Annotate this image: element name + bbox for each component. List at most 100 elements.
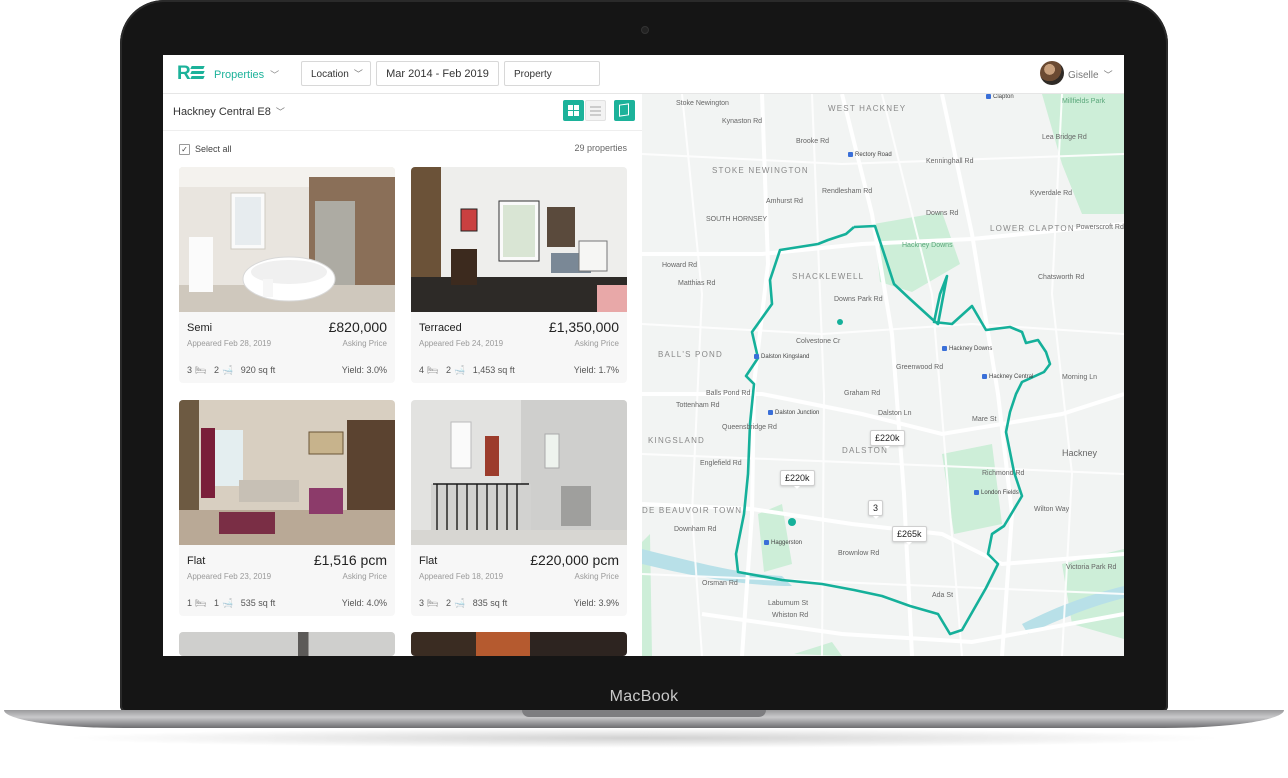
floor-area: 920 sq ft	[240, 365, 276, 375]
station-london-fields[interactable]: London Fields	[974, 490, 1019, 496]
map[interactable]: WEST HACKNEY STOKE NEWINGTON SOUTH HORNS…	[642, 94, 1124, 656]
station-hackney-downs[interactable]: Hackney Downs	[942, 346, 992, 352]
station-clapton[interactable]: Clapton	[986, 94, 1014, 100]
street-label: Whiston Rd	[772, 612, 809, 619]
train-icon	[982, 374, 987, 379]
property-card[interactable]: Flat £220,000 pcm Appeared Feb 18, 2019 …	[411, 400, 627, 616]
property-card[interactable]	[179, 632, 395, 656]
grid-view-button[interactable]	[563, 100, 584, 121]
station-haggerston[interactable]: Haggerston	[764, 540, 802, 546]
train-icon	[764, 540, 769, 545]
select-all-checkbox[interactable]: ✓	[179, 144, 190, 155]
street-label: Colvestone Cr	[796, 338, 841, 345]
street-label: Matthias Rd	[678, 280, 716, 287]
area-label: DALSTON	[842, 446, 889, 455]
bath-icon: 🛁	[221, 365, 234, 375]
street-label: Kenninghall Rd	[926, 158, 974, 165]
map-view-button[interactable]	[614, 100, 635, 121]
bath-icon: 🛁	[453, 365, 466, 375]
brand-label: MacBook	[609, 688, 679, 705]
area-selector[interactable]: Hackney Central E8 ﹀	[173, 105, 285, 118]
location-dropdown[interactable]: Location ﹀	[301, 61, 371, 86]
price-marker[interactable]: £265k	[892, 526, 927, 545]
area-label: SHACKLEWELL	[792, 272, 865, 281]
station-dalston-kingsland[interactable]: Dalston Kingsland	[754, 354, 809, 360]
nav-properties-dropdown[interactable]: Properties ﹀	[214, 68, 279, 81]
park-label: Hackney Downs	[902, 242, 953, 249]
avatar[interactable]	[1040, 61, 1064, 85]
street-label: Dalston Ln	[878, 410, 912, 417]
bed-icon: 🛏	[427, 598, 439, 608]
floor-area: 535 sq ft	[240, 598, 276, 608]
laptop-shadow	[60, 728, 1228, 748]
property-count: 29 properties	[574, 143, 627, 153]
location-label: Location	[311, 69, 349, 80]
chevron-down-icon: ﹀	[1103, 70, 1113, 80]
divider	[163, 130, 642, 131]
baths-count: 1	[213, 598, 219, 608]
property-filters-dropdown[interactable]: Property Filters﹀	[504, 61, 600, 105]
station-hackney-central[interactable]: Hackney Central	[982, 374, 1033, 380]
property-type: Terraced	[419, 322, 462, 334]
street-label: Tottenham Rd	[676, 402, 720, 409]
bed-icon: 🛏	[427, 365, 439, 375]
property-card[interactable]: Semi £820,000 Appeared Feb 28, 2019 Aski…	[179, 167, 395, 383]
street-label: Chatsworth Rd	[1038, 274, 1085, 281]
area-label: Hackney Central E8	[173, 106, 271, 118]
property-price: £1,350,000	[548, 319, 619, 335]
price-marker[interactable]: £220k	[780, 470, 815, 489]
baths-count: 2	[445, 598, 451, 608]
train-icon	[942, 346, 947, 351]
train-icon	[754, 354, 759, 359]
list-view-button[interactable]	[585, 100, 606, 121]
street-label: Rendlesham Rd	[822, 188, 873, 195]
property-specs: 3 🛏 2 🛁 835 sq ft	[419, 598, 507, 609]
price-marker[interactable]: 3	[868, 500, 884, 519]
beds-count: 3	[187, 365, 193, 375]
bed-icon: 🛏	[195, 365, 207, 375]
bath-icon: 🛁	[221, 598, 234, 608]
area-label: DE BEAUVOIR TOWN	[642, 506, 743, 515]
street-label: Brooke Rd	[796, 138, 830, 145]
chevron-down-icon: ﹀	[275, 107, 285, 117]
property-card[interactable]	[411, 632, 627, 656]
property-photo	[179, 400, 395, 545]
street-label: Downs Park Rd	[834, 296, 883, 303]
street-label: Powerscroft Rd	[1076, 224, 1124, 231]
property-card[interactable]: Terraced £1,350,000 Appeared Feb 24, 201…	[411, 167, 627, 383]
top-bar: R Properties ﹀ Location ﹀ Mar 2014 - Feb 2…	[163, 55, 1124, 105]
bed-icon: 🛏	[195, 598, 207, 608]
appeared-date: Appeared Feb 28, 2019	[187, 339, 272, 348]
property-type: Flat	[419, 555, 438, 567]
station-dalston-junction[interactable]: Dalston Junction	[768, 410, 819, 416]
price-marker[interactable]: £220k	[870, 430, 905, 449]
date-range-button[interactable]: Mar 2014 - Feb 2019	[376, 61, 499, 86]
logo[interactable]: R	[177, 64, 191, 83]
user-menu[interactable]: Giselle ﹀	[1068, 68, 1113, 81]
property-price: £220,000 pcm	[530, 552, 619, 568]
area-label: LOWER CLAPTON	[990, 224, 1075, 233]
yield: Yield: 1.7%	[573, 365, 619, 375]
appeared-date: Appeared Feb 18, 2019	[419, 572, 504, 581]
property-specs: 3 🛏 2 🛁 920 sq ft	[187, 365, 275, 376]
list-icon	[590, 106, 601, 116]
street-label: Mare St	[972, 416, 997, 423]
listing-panel: Hackney Central E8 ﹀ ✓ Select all 29 prop…	[163, 94, 642, 656]
property-card[interactable]: Flat £1,516 pcm Appeared Feb 23, 2019 As…	[179, 400, 395, 616]
street-label: Graham Rd	[844, 390, 881, 397]
station-rectory-road[interactable]: Rectory Road	[848, 152, 892, 158]
property-photo	[411, 167, 627, 312]
map-canvas	[642, 94, 1124, 656]
appeared-date: Appeared Feb 24, 2019	[419, 339, 504, 348]
area-label: STOKE NEWINGTON	[712, 166, 809, 175]
boundary-point	[788, 518, 796, 526]
property-photo	[411, 632, 627, 656]
yield: Yield: 3.9%	[573, 598, 619, 608]
area-label: Hackney	[1062, 448, 1098, 458]
area-label: SOUTH HORNSEY	[706, 216, 768, 223]
street-label: Lea Bridge Rd	[1042, 134, 1087, 141]
street-label: Kyverdale Rd	[1030, 190, 1073, 197]
app-screen: R Properties ﹀ Location ﹀ Mar 2014 - Feb 2…	[163, 55, 1124, 656]
chevron-down-icon: ﹀	[270, 70, 280, 80]
nav-properties-label: Properties	[214, 69, 265, 81]
